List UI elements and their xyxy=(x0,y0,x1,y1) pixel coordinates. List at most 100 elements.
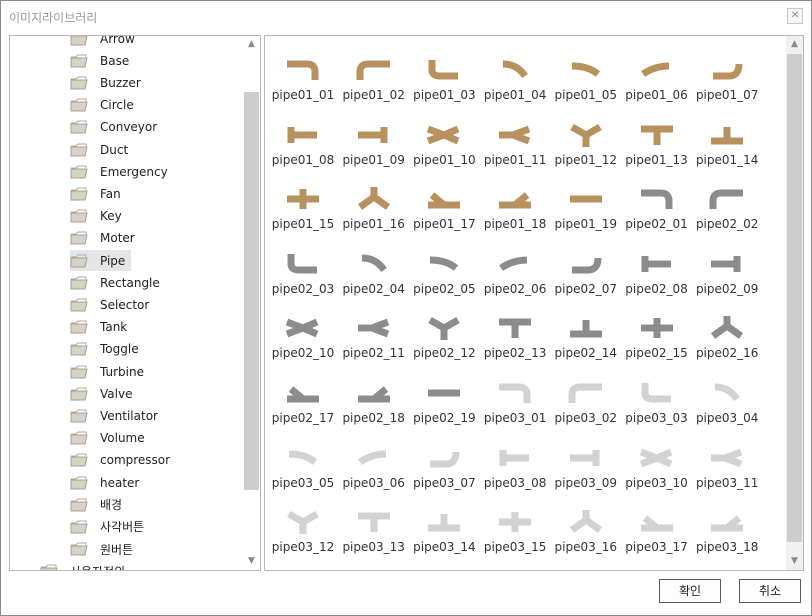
tree-item[interactable]: Fan xyxy=(70,183,127,204)
tree-scrollbar[interactable]: ▲ ▼ xyxy=(243,36,260,570)
tree-item[interactable]: Emergency xyxy=(70,161,174,182)
image-tile[interactable]: pipe02_07 xyxy=(552,238,620,300)
image-tile[interactable]: pipe01_15 xyxy=(269,173,337,235)
image-tile[interactable]: pipe03_02 xyxy=(552,367,620,429)
image-tile[interactable]: pipe01_02 xyxy=(340,44,408,106)
image-tile[interactable]: pipe03_03 xyxy=(623,367,691,429)
tree-item[interactable]: Base xyxy=(70,50,135,71)
image-tile[interactable]: pipe02_17 xyxy=(269,367,337,429)
image-tile-label: pipe03_03 xyxy=(625,411,688,425)
tree-item[interactable]: Duct xyxy=(70,139,134,160)
scroll-up-icon[interactable]: ▲ xyxy=(786,36,803,53)
tree-item[interactable]: Conveyor xyxy=(70,117,163,138)
image-tile[interactable]: pipe01_16 xyxy=(340,173,408,235)
image-tile[interactable]: pipe03_07 xyxy=(410,432,478,494)
image-tile[interactable]: pipe02_01 xyxy=(623,173,691,235)
image-tile[interactable]: pipe03_05 xyxy=(269,432,337,494)
tree-item[interactable]: Selector xyxy=(70,294,155,315)
tree-item[interactable]: Ventilator xyxy=(70,405,164,426)
image-tile[interactable]: pipe01_09 xyxy=(340,109,408,171)
image-tile[interactable]: pipe03_17 xyxy=(623,496,691,558)
image-tile[interactable]: pipe01_06 xyxy=(623,44,691,106)
scroll-down-icon[interactable]: ▼ xyxy=(786,553,803,570)
cancel-button[interactable]: 취소 xyxy=(739,579,801,603)
image-tile[interactable]: pipe02_15 xyxy=(623,302,691,364)
image-tile[interactable]: pipe03_13 xyxy=(340,496,408,558)
image-tile[interactable]: pipe01_04 xyxy=(481,44,549,106)
scroll-thumb[interactable] xyxy=(787,54,802,542)
image-tile[interactable]: pipe03_09 xyxy=(552,432,620,494)
image-tile[interactable]: pipe01_19 xyxy=(552,173,620,235)
pipe-thumbnail-icon xyxy=(705,314,749,340)
image-tile[interactable]: pipe01_05 xyxy=(552,44,620,106)
tree-item[interactable]: Turbine xyxy=(70,361,150,382)
image-tile[interactable]: pipe02_13 xyxy=(481,302,549,364)
tree-item[interactable]: Tank xyxy=(70,317,133,338)
image-tile[interactable]: pipe02_12 xyxy=(410,302,478,364)
image-tile[interactable]: pipe03_08 xyxy=(481,432,549,494)
image-tile[interactable]: pipe02_19 xyxy=(410,367,478,429)
tree-item-label: Conveyor xyxy=(100,120,158,135)
image-tile[interactable]: pipe01_10 xyxy=(410,109,478,171)
image-tile[interactable]: pipe01_14 xyxy=(693,109,761,171)
tree-item[interactable]: 사용자정의 xyxy=(40,561,131,570)
image-tile[interactable]: pipe01_18 xyxy=(481,173,549,235)
tree-item[interactable]: Valve xyxy=(70,383,138,404)
image-tile[interactable]: pipe02_05 xyxy=(410,238,478,300)
scroll-up-icon[interactable]: ▲ xyxy=(243,36,260,53)
image-tile[interactable]: pipe01_07 xyxy=(693,44,761,106)
scroll-thumb[interactable] xyxy=(244,92,259,490)
pipe-thumbnail-icon xyxy=(635,56,679,82)
image-tile[interactable]: pipe03_14 xyxy=(410,496,478,558)
image-tile[interactable]: pipe03_04 xyxy=(693,367,761,429)
image-tile[interactable]: pipe03_01 xyxy=(481,367,549,429)
image-tile[interactable]: pipe02_10 xyxy=(269,302,337,364)
tree-item[interactable]: Moter xyxy=(70,228,141,249)
tree-item[interactable]: Arrow xyxy=(70,36,141,49)
image-tile[interactable]: pipe01_01 xyxy=(269,44,337,106)
image-tile[interactable]: pipe02_18 xyxy=(340,367,408,429)
image-tile[interactable]: pipe03_16 xyxy=(552,496,620,558)
tree-item[interactable]: Toggle xyxy=(70,339,145,360)
image-tile[interactable]: pipe03_06 xyxy=(340,432,408,494)
image-tile[interactable]: pipe01_13 xyxy=(623,109,691,171)
image-tile[interactable]: pipe01_17 xyxy=(410,173,478,235)
image-tile[interactable]: pipe03_12 xyxy=(269,496,337,558)
gallery-scrollbar[interactable]: ▲ ▼ xyxy=(786,36,803,570)
image-tile[interactable]: pipe01_03 xyxy=(410,44,478,106)
tree-item[interactable]: Rectangle xyxy=(70,272,166,293)
tree-item[interactable]: Key xyxy=(70,206,128,227)
image-tile[interactable]: pipe02_06 xyxy=(481,238,549,300)
image-tile[interactable]: pipe01_08 xyxy=(269,109,337,171)
image-tile[interactable]: pipe03_11 xyxy=(693,432,761,494)
image-tile[interactable]: pipe02_11 xyxy=(340,302,408,364)
image-tile[interactable]: pipe03_18 xyxy=(693,496,761,558)
image-tile[interactable]: pipe01_11 xyxy=(481,109,549,171)
image-tile[interactable]: pipe03_15 xyxy=(481,496,549,558)
tree-item[interactable]: 사각버튼 xyxy=(70,516,150,537)
close-button[interactable]: ✕ xyxy=(787,8,803,24)
image-tile[interactable]: pipe03_10 xyxy=(623,432,691,494)
tree-item[interactable]: compressor xyxy=(70,450,176,471)
ok-button[interactable]: 확인 xyxy=(659,579,721,603)
image-tile[interactable]: pipe01_12 xyxy=(552,109,620,171)
tree-item[interactable]: 원버튼 xyxy=(70,539,139,560)
scroll-down-icon[interactable]: ▼ xyxy=(243,553,260,570)
tree-item[interactable]: heater xyxy=(70,472,145,493)
image-tile[interactable]: pipe02_04 xyxy=(340,238,408,300)
image-tile[interactable]: pipe02_09 xyxy=(693,238,761,300)
dialog-title: 이미지라이브러리 xyxy=(9,11,98,25)
tree-item[interactable]: Circle xyxy=(70,95,140,116)
tree-item[interactable]: Buzzer xyxy=(70,72,147,93)
image-tile[interactable]: pipe02_03 xyxy=(269,238,337,300)
tree-item[interactable]: Volume xyxy=(70,428,151,449)
folder-icon xyxy=(70,36,88,46)
image-tile[interactable]: pipe02_14 xyxy=(552,302,620,364)
image-tile-label: pipe03_11 xyxy=(695,475,759,490)
tree-item[interactable]: 배경 xyxy=(70,494,128,515)
image-tile-label: pipe03_06 xyxy=(342,475,405,490)
tree-item[interactable]: Pipe xyxy=(70,250,132,271)
image-tile[interactable]: pipe02_08 xyxy=(623,238,691,300)
image-tile[interactable]: pipe02_02 xyxy=(693,173,761,235)
image-tile[interactable]: pipe02_16 xyxy=(693,302,761,364)
